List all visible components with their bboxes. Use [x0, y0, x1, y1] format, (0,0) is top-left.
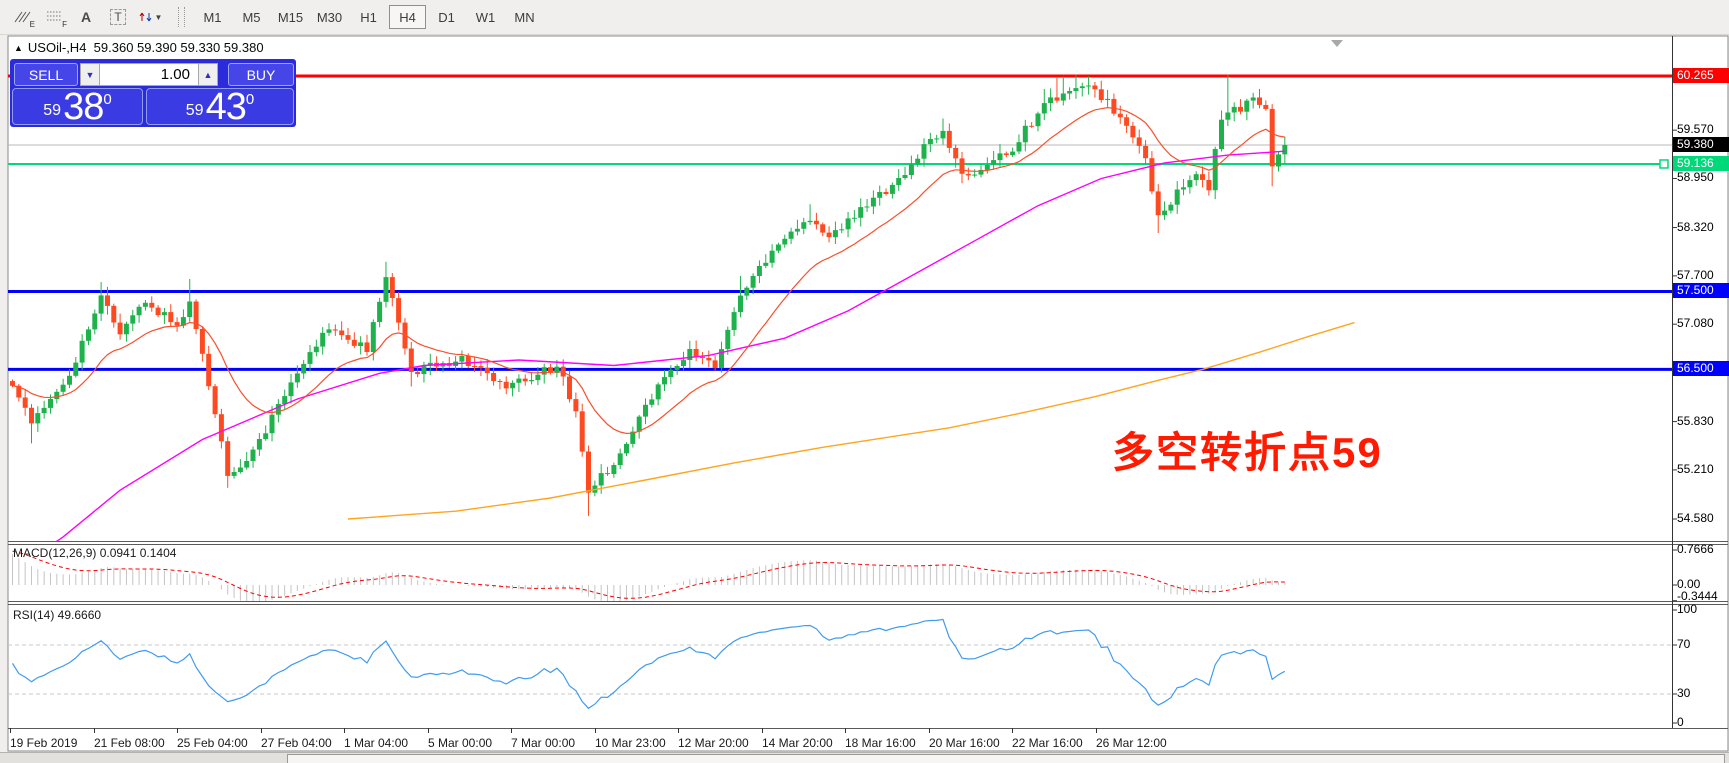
chart-text-annotation: 多空转折点59	[1112, 419, 1383, 480]
sell-price-whole: 59	[43, 102, 61, 120]
date-tick-label: 5 Mar 00:00	[428, 736, 492, 750]
price-tick-label: 58.950	[1677, 170, 1714, 184]
volume-input[interactable]	[100, 63, 198, 86]
macd-axis-label: -0.3444	[1677, 589, 1718, 603]
volume-increase-button[interactable]: ▲	[198, 63, 218, 86]
date-tick-label: 14 Mar 20:00	[762, 736, 833, 750]
buy-price-whole: 59	[186, 102, 204, 120]
price-tick-label: 59.570	[1677, 122, 1714, 136]
date-tick-label: 19 Feb 2019	[10, 736, 77, 750]
date-tick-label: 7 Mar 00:00	[511, 736, 575, 750]
macd-axis-label: 0.7666	[1677, 542, 1714, 556]
date-tick-label: 20 Mar 16:00	[929, 736, 1000, 750]
price-tick-label: 57.700	[1677, 268, 1714, 282]
date-tick-label: 10 Mar 23:00	[595, 736, 666, 750]
date-tick-label: 1 Mar 04:00	[344, 736, 408, 750]
sell-price-pips: 38	[63, 91, 103, 124]
ohlc-quotes: 59.360 59.390 59.330 59.380	[94, 40, 264, 55]
price-level-badge: 60.265	[1673, 68, 1729, 83]
sell-button[interactable]: SELL	[14, 63, 78, 86]
price-level-badge: 56.500	[1673, 361, 1729, 376]
buy-price-pips: 43	[206, 91, 246, 124]
horizontal-scrollbar-thumb[interactable]	[287, 754, 1725, 763]
buy-price-display[interactable]: 59430	[146, 88, 294, 125]
price-tick-label: 58.320	[1677, 220, 1714, 234]
date-tick-label: 12 Mar 20:00	[678, 736, 749, 750]
rsi-axis-label: 0	[1677, 715, 1684, 729]
rsi-indicator-label: RSI(14) 49.6660	[13, 608, 101, 622]
macd-indicator-label: MACD(12,26,9) 0.0941 0.1404	[13, 546, 176, 560]
one-click-trading-panel: SELL ▼ ▲ BUY 59380 59430	[10, 59, 296, 127]
price-level-badge: 59.380	[1673, 137, 1729, 152]
chart-title: ▲ USOil-,H4 59.360 59.390 59.330 59.380	[14, 40, 264, 55]
trading-platform-window: EFAT▼ M1M5M15M30H1H4D1W1MN ▲USOil-,H4 59…	[0, 0, 1729, 763]
price-tick-label: 55.210	[1677, 462, 1714, 476]
price-tick-label: 54.580	[1677, 511, 1714, 525]
price-level-badge: 57.500	[1673, 283, 1729, 298]
date-tick-label: 18 Mar 16:00	[845, 736, 916, 750]
rsi-axis-label: 100	[1677, 602, 1697, 616]
date-tick-label: 21 Feb 08:00	[94, 736, 165, 750]
date-tick-label: 27 Feb 04:00	[261, 736, 332, 750]
date-tick-label: 26 Mar 12:00	[1096, 736, 1167, 750]
date-tick-label: 25 Feb 04:00	[177, 736, 248, 750]
volume-decrease-button[interactable]: ▼	[80, 63, 100, 86]
price-level-badge: 59.136	[1673, 156, 1729, 171]
rsi-axis-label: 30	[1677, 686, 1690, 700]
buy-button[interactable]: BUY	[228, 63, 294, 86]
rsi-axis-label: 70	[1677, 637, 1690, 651]
sell-price-display[interactable]: 59380	[12, 88, 143, 125]
horizontal-scrollbar	[0, 752, 1729, 763]
buy-price-fraction: 0	[246, 91, 254, 108]
symbol-name: USOil-,H4	[28, 40, 87, 55]
price-tick-label: 57.080	[1677, 316, 1714, 330]
date-tick-label: 22 Mar 16:00	[1012, 736, 1083, 750]
symbol-marker-icon: ▲	[14, 43, 23, 53]
sell-price-fraction: 0	[103, 91, 111, 108]
price-tick-label: 55.830	[1677, 414, 1714, 428]
